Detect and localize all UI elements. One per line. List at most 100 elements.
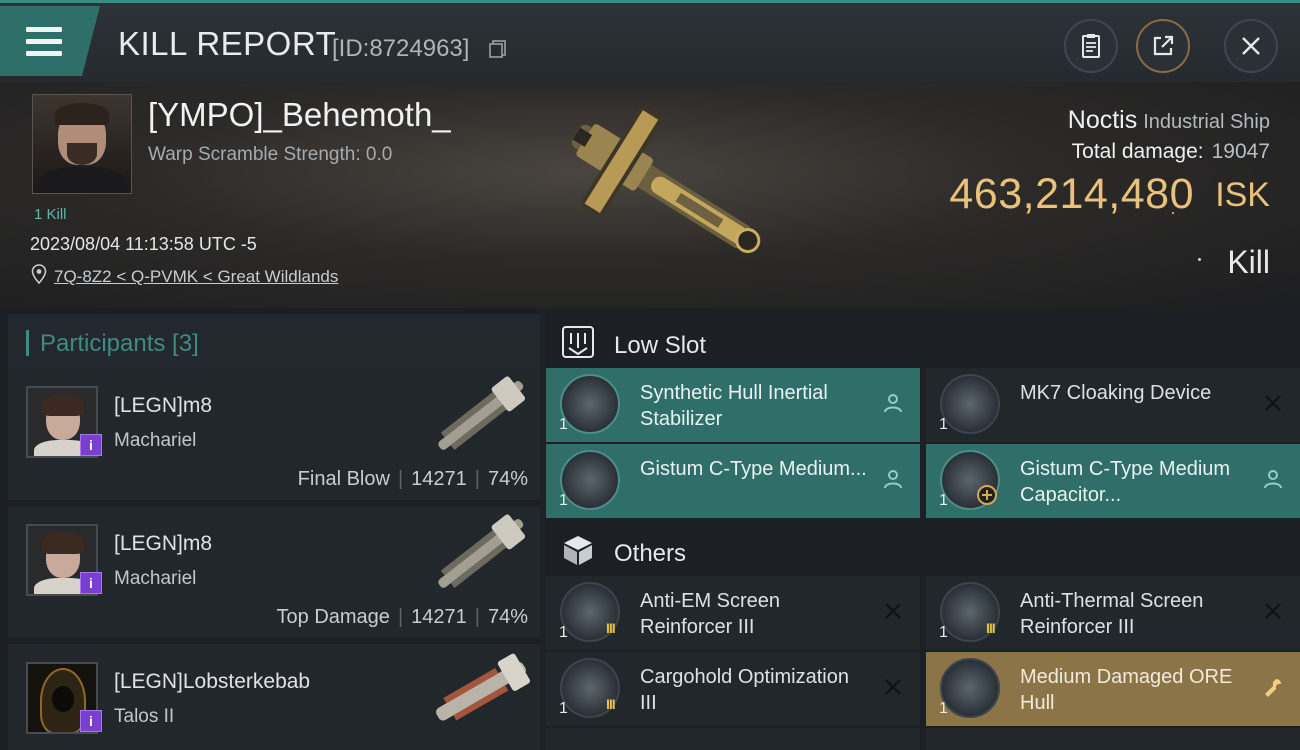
victim-name[interactable]: [YMPO]_Behemoth_ [148, 96, 451, 134]
participant-percent: 74% [487, 606, 528, 628]
isk-value: 463,214,480 [949, 170, 1194, 218]
clipboard-button[interactable] [1064, 19, 1118, 73]
location-pin-icon [31, 264, 47, 284]
share-button[interactable] [1136, 19, 1190, 73]
participant-damage: 14271 [411, 468, 467, 490]
victim-ship[interactable]: Noctis Industrial Ship [1068, 106, 1270, 135]
person-icon [884, 470, 902, 489]
participant-row[interactable]: i [LEGN]m8 Machariel Final Blow | 14271 | 74… [8, 368, 540, 500]
module-icon [940, 658, 1000, 718]
module-qty: 1 [559, 416, 568, 433]
participant-ship: Machariel [114, 430, 197, 451]
info-badge-icon[interactable]: i [80, 434, 102, 456]
x-icon [1265, 395, 1281, 411]
module-slot[interactable] [546, 728, 920, 750]
warp-scramble-strength: Warp Scramble Strength: 0.0 [148, 144, 393, 165]
kill-count: 1 Kill [34, 206, 67, 223]
participants-panel: Participants [3] i [LEGN]m8 Machariel Fi… [0, 308, 540, 750]
module-name: Gistum C-Type Medium... [640, 458, 867, 480]
participant-stats: Top Damage | 14271 | 74% [276, 606, 528, 628]
tier-badge: III [606, 620, 616, 636]
module-icon [560, 374, 620, 434]
module-slot[interactable]: III 1 Cargohold Optimization III [546, 652, 920, 726]
x-icon [885, 603, 901, 619]
close-button[interactable] [1224, 19, 1278, 73]
participant-name: [LEGN]m8 [114, 532, 213, 555]
participant-role: Final Blow [297, 468, 390, 490]
star-dot [1172, 212, 1174, 214]
ship-name: Noctis [1067, 106, 1138, 134]
participant-role: Top Damage [276, 606, 390, 628]
total-damage: Total damage: 19047 [1072, 140, 1270, 164]
kill-location-link[interactable]: 7Q-8Z2 < Q-PVMK < Great Wildlands [54, 267, 338, 287]
menu-button[interactable] [0, 6, 100, 76]
star-dot [1198, 258, 1201, 261]
module-slot[interactable]: III 1 Anti-Thermal Screen Reinforcer III [926, 576, 1300, 650]
wrench-icon [1265, 679, 1281, 697]
others-label: Others [614, 540, 687, 567]
participant-row[interactable]: i [LEGN]m8 Machariel Top Damage | 14271 | 74… [8, 506, 540, 638]
info-badge-icon[interactable]: i [80, 710, 102, 732]
kill-type: Kill [1227, 244, 1270, 280]
tier-badge: III [986, 620, 996, 636]
module-slot[interactable]: 1 Synthetic Hull Inertial Stabilizer [546, 368, 920, 442]
person-icon [884, 394, 902, 413]
ship-class: Industrial Ship [1143, 111, 1270, 133]
module-slot[interactable]: 1 Medium Damaged ORE Hull [926, 652, 1300, 726]
fitting-panel: Low Slot 1 Synthetic Hull Inertial Stabi… [546, 308, 1300, 750]
participant-ship-image [438, 514, 526, 588]
x-icon [885, 679, 901, 695]
module-slot[interactable]: 1 Gistum C-Type Medium Capacitor... [926, 444, 1300, 518]
x-icon [1265, 603, 1281, 619]
module-name: Medium Damaged ORE Hull [1020, 666, 1233, 714]
isk-unit: ISK [1215, 176, 1270, 214]
module-name: MK7 Cloaking Device [1020, 382, 1212, 404]
low-slot-header: Low Slot [546, 312, 1300, 372]
cube-icon [564, 536, 592, 565]
module-qty: 1 [939, 492, 948, 509]
module-qty: 1 [559, 624, 568, 641]
total-damage-label: Total damage: [1071, 140, 1204, 163]
participant-stats: Final Blow | 14271 | 74% [297, 468, 528, 490]
page-title: KILL REPORT [118, 25, 337, 62]
participant-ship-image [438, 376, 526, 450]
module-icon [940, 374, 1000, 434]
person-icon [1264, 470, 1282, 489]
low-slot-label: Low Slot [614, 332, 707, 359]
participant-ship: Machariel [114, 568, 197, 589]
victim-ship-image [571, 106, 761, 254]
participants-title: Participants [3] [40, 330, 199, 357]
module-icon [560, 450, 620, 510]
module-slot[interactable]: 1 Gistum C-Type Medium... [546, 444, 920, 518]
tier-badge: III [606, 696, 616, 712]
kill-header: [YMPO]_Behemoth_ Warp Scramble Strength:… [0, 82, 1300, 308]
module-qty: 1 [559, 700, 568, 717]
module-slot[interactable]: 1 MK7 Cloaking Device [926, 368, 1300, 442]
info-badge-icon[interactable]: i [80, 572, 102, 594]
module-name: Gistum C-Type Medium Capacitor... [1020, 458, 1231, 506]
add-icon [977, 485, 997, 505]
clipboard-icon [1082, 34, 1100, 58]
participant-damage: 14271 [411, 606, 467, 628]
module-slot[interactable] [926, 728, 1300, 750]
participant-row[interactable]: i [LEGN]Lobsterkebab Talos II [8, 644, 540, 750]
others-header: Others [546, 520, 1300, 580]
participant-name: [LEGN]Lobsterkebab [114, 670, 311, 693]
module-qty: 1 [939, 624, 948, 641]
module-slot[interactable]: III 1 Anti-EM Screen Reinforcer III [546, 576, 920, 650]
top-bar: KILL REPORT [ID:8724963] [0, 0, 1300, 82]
module-qty: 1 [939, 416, 948, 433]
copy-icon[interactable] [488, 39, 508, 59]
module-name: Cargohold Optimization III [640, 666, 849, 714]
participant-name: [LEGN]m8 [114, 394, 213, 417]
module-name: Anti-EM Screen Reinforcer III [640, 590, 781, 638]
total-damage-value: 19047 [1211, 140, 1270, 163]
participant-ship: Talos II [114, 706, 175, 727]
victim-portrait[interactable] [32, 94, 132, 194]
kill-date: 2023/08/04 11:13:58 UTC -5 [30, 234, 257, 254]
share-icon [1153, 35, 1174, 56]
module-name: Anti-Thermal Screen Reinforcer III [1020, 590, 1204, 638]
module-name: Synthetic Hull Inertial Stabilizer [640, 382, 828, 430]
report-id: [ID:8724963] [332, 35, 470, 62]
module-qty: 1 [939, 700, 948, 717]
